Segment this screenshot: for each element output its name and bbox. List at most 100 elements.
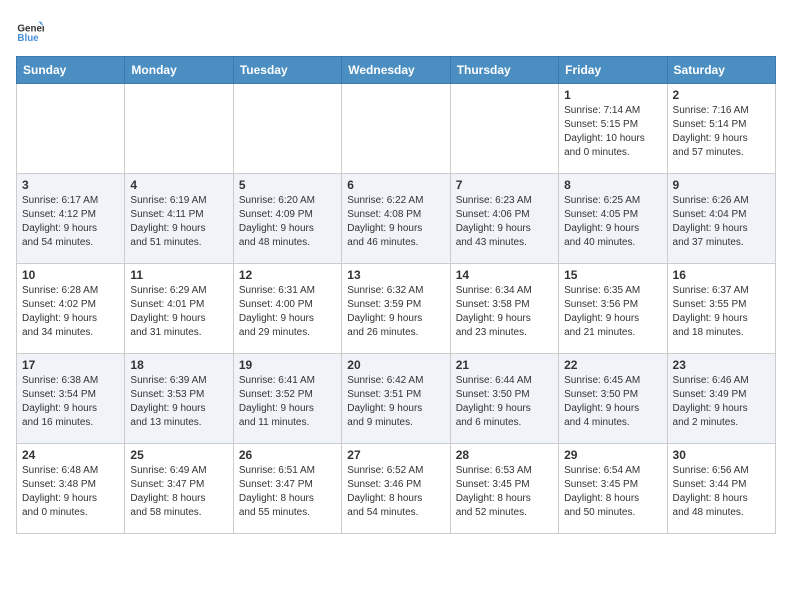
logo-icon: General Blue (16, 16, 44, 44)
calendar-cell (125, 84, 233, 174)
calendar-cell: 15 Sunrise: 6:35 AM Sunset: 3:56 PM Dayli… (559, 264, 667, 354)
calendar-cell: 18 Sunrise: 6:39 AM Sunset: 3:53 PM Dayli… (125, 354, 233, 444)
day-number: 17 (22, 358, 119, 372)
calendar-cell: 4 Sunrise: 6:19 AM Sunset: 4:11 PM Daylig… (125, 174, 233, 264)
day-info: Sunrise: 6:28 AM Sunset: 4:02 PM Dayligh… (22, 284, 119, 340)
day-info: Sunrise: 6:53 AM Sunset: 3:45 PM Dayligh… (456, 464, 553, 520)
day-number: 29 (564, 448, 661, 462)
day-number: 16 (673, 268, 770, 282)
day-number: 24 (22, 448, 119, 462)
calendar-cell: 11 Sunrise: 6:29 AM Sunset: 4:01 PM Dayli… (125, 264, 233, 354)
day-info: Sunrise: 6:17 AM Sunset: 4:12 PM Dayligh… (22, 194, 119, 250)
day-number: 11 (130, 268, 227, 282)
day-number: 22 (564, 358, 661, 372)
day-number: 26 (239, 448, 336, 462)
day-number: 15 (564, 268, 661, 282)
day-info: Sunrise: 6:34 AM Sunset: 3:58 PM Dayligh… (456, 284, 553, 340)
day-info: Sunrise: 6:39 AM Sunset: 3:53 PM Dayligh… (130, 374, 227, 430)
calendar-cell: 28 Sunrise: 6:53 AM Sunset: 3:45 PM Dayli… (450, 444, 558, 534)
day-info: Sunrise: 6:31 AM Sunset: 4:00 PM Dayligh… (239, 284, 336, 340)
calendar-cell: 21 Sunrise: 6:44 AM Sunset: 3:50 PM Dayli… (450, 354, 558, 444)
logo: General Blue (16, 16, 48, 44)
page-header: General Blue (16, 16, 776, 44)
day-number: 12 (239, 268, 336, 282)
day-number: 27 (347, 448, 444, 462)
calendar-cell: 24 Sunrise: 6:48 AM Sunset: 3:48 PM Dayli… (17, 444, 125, 534)
calendar-cell (233, 84, 341, 174)
calendar-cell: 30 Sunrise: 6:56 AM Sunset: 3:44 PM Dayli… (667, 444, 775, 534)
day-number: 6 (347, 178, 444, 192)
weekday-header: Tuesday (233, 57, 341, 84)
calendar-cell (450, 84, 558, 174)
calendar-cell: 23 Sunrise: 6:46 AM Sunset: 3:49 PM Dayli… (667, 354, 775, 444)
svg-text:Blue: Blue (17, 33, 39, 44)
calendar-cell: 17Sunrise: 6:38 AM Sunset: 3:54 PM Dayli… (17, 354, 125, 444)
day-number: 8 (564, 178, 661, 192)
day-info: Sunrise: 6:29 AM Sunset: 4:01 PM Dayligh… (130, 284, 227, 340)
day-info: Sunrise: 6:44 AM Sunset: 3:50 PM Dayligh… (456, 374, 553, 430)
day-number: 2 (673, 88, 770, 102)
calendar-table: SundayMondayTuesdayWednesdayThursdayFrid… (16, 56, 776, 534)
day-info: Sunrise: 6:32 AM Sunset: 3:59 PM Dayligh… (347, 284, 444, 340)
day-info: Sunrise: 6:35 AM Sunset: 3:56 PM Dayligh… (564, 284, 661, 340)
day-number: 28 (456, 448, 553, 462)
calendar-cell: 9Sunrise: 6:26 AM Sunset: 4:04 PM Daylig… (667, 174, 775, 264)
calendar-cell: 27 Sunrise: 6:52 AM Sunset: 3:46 PM Dayli… (342, 444, 450, 534)
calendar-cell: 22 Sunrise: 6:45 AM Sunset: 3:50 PM Dayli… (559, 354, 667, 444)
day-info: Sunrise: 6:19 AM Sunset: 4:11 PM Dayligh… (130, 194, 227, 250)
day-number: 10 (22, 268, 119, 282)
calendar-cell: 10 Sunrise: 6:28 AM Sunset: 4:02 PM Dayli… (17, 264, 125, 354)
day-number: 4 (130, 178, 227, 192)
calendar-cell: 8 Sunrise: 6:25 AM Sunset: 4:05 PM Daylig… (559, 174, 667, 264)
weekday-header: Friday (559, 57, 667, 84)
calendar-cell: 19Sunrise: 6:41 AM Sunset: 3:52 PM Dayli… (233, 354, 341, 444)
weekday-header: Sunday (17, 57, 125, 84)
day-number: 13 (347, 268, 444, 282)
day-info: Sunrise: 6:20 AM Sunset: 4:09 PM Dayligh… (239, 194, 336, 250)
day-number: 14 (456, 268, 553, 282)
weekday-header: Monday (125, 57, 233, 84)
day-info: Sunrise: 6:25 AM Sunset: 4:05 PM Dayligh… (564, 194, 661, 250)
day-number: 20 (347, 358, 444, 372)
day-info: Sunrise: 6:56 AM Sunset: 3:44 PM Dayligh… (673, 464, 770, 520)
day-info: Sunrise: 7:14 AM Sunset: 5:15 PM Dayligh… (564, 104, 661, 160)
day-info: Sunrise: 6:49 AM Sunset: 3:47 PM Dayligh… (130, 464, 227, 520)
day-number: 3 (22, 178, 119, 192)
calendar-cell: 12 Sunrise: 6:31 AM Sunset: 4:00 PM Dayli… (233, 264, 341, 354)
calendar-cell: 13 Sunrise: 6:32 AM Sunset: 3:59 PM Dayli… (342, 264, 450, 354)
day-number: 21 (456, 358, 553, 372)
calendar-cell: 25 Sunrise: 6:49 AM Sunset: 3:47 PM Dayli… (125, 444, 233, 534)
day-info: Sunrise: 6:48 AM Sunset: 3:48 PM Dayligh… (22, 464, 119, 520)
calendar-cell (342, 84, 450, 174)
day-number: 5 (239, 178, 336, 192)
day-info: Sunrise: 6:42 AM Sunset: 3:51 PM Dayligh… (347, 374, 444, 430)
day-info: Sunrise: 6:52 AM Sunset: 3:46 PM Dayligh… (347, 464, 444, 520)
day-number: 9 (673, 178, 770, 192)
weekday-header: Wednesday (342, 57, 450, 84)
day-info: Sunrise: 6:51 AM Sunset: 3:47 PM Dayligh… (239, 464, 336, 520)
calendar-cell: 1 Sunrise: 7:14 AM Sunset: 5:15 PM Daylig… (559, 84, 667, 174)
day-info: Sunrise: 6:46 AM Sunset: 3:49 PM Dayligh… (673, 374, 770, 430)
calendar-cell: 6Sunrise: 6:22 AM Sunset: 4:08 PM Daylig… (342, 174, 450, 264)
day-info: Sunrise: 6:41 AM Sunset: 3:52 PM Dayligh… (239, 374, 336, 430)
day-number: 7 (456, 178, 553, 192)
calendar-cell: 2 Sunrise: 7:16 AM Sunset: 5:14 PM Daylig… (667, 84, 775, 174)
day-number: 18 (130, 358, 227, 372)
weekday-header: Thursday (450, 57, 558, 84)
day-number: 25 (130, 448, 227, 462)
day-info: Sunrise: 6:23 AM Sunset: 4:06 PM Dayligh… (456, 194, 553, 250)
weekday-header: Saturday (667, 57, 775, 84)
day-info: Sunrise: 6:54 AM Sunset: 3:45 PM Dayligh… (564, 464, 661, 520)
day-number: 1 (564, 88, 661, 102)
calendar-cell: 20 Sunrise: 6:42 AM Sunset: 3:51 PM Dayli… (342, 354, 450, 444)
calendar-cell: 3 Sunrise: 6:17 AM Sunset: 4:12 PM Daylig… (17, 174, 125, 264)
day-number: 30 (673, 448, 770, 462)
calendar-cell: 14 Sunrise: 6:34 AM Sunset: 3:58 PM Dayli… (450, 264, 558, 354)
calendar-cell: 16 Sunrise: 6:37 AM Sunset: 3:55 PM Dayli… (667, 264, 775, 354)
day-number: 23 (673, 358, 770, 372)
day-info: Sunrise: 6:37 AM Sunset: 3:55 PM Dayligh… (673, 284, 770, 340)
day-info: Sunrise: 7:16 AM Sunset: 5:14 PM Dayligh… (673, 104, 770, 160)
day-info: Sunrise: 6:45 AM Sunset: 3:50 PM Dayligh… (564, 374, 661, 430)
calendar-cell (17, 84, 125, 174)
calendar-cell: 7 Sunrise: 6:23 AM Sunset: 4:06 PM Daylig… (450, 174, 558, 264)
